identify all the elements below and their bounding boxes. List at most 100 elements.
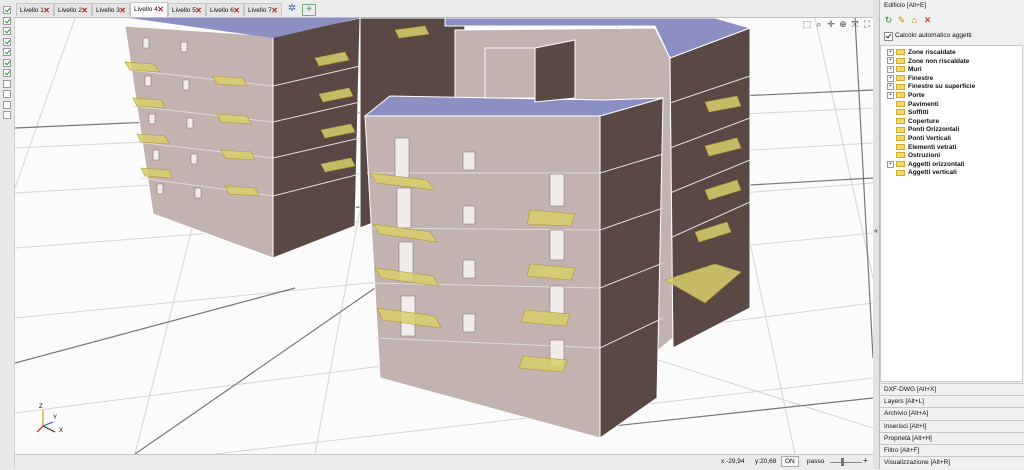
tree-item[interactable]: Aggetti verticali [887, 168, 957, 177]
expand-icon[interactable]: + [887, 160, 894, 168]
folder-icon [896, 49, 905, 56]
close-tab-icon[interactable]: ✕ [157, 6, 164, 14]
x-coordinate: x:-29,94 [721, 458, 745, 465]
level-visibility-checkbox[interactable] [3, 37, 11, 46]
expand-icon[interactable]: + [887, 65, 894, 73]
tree-item-label: Ostruzioni [908, 152, 941, 160]
zoom-icon[interactable]: ⌕ [813, 18, 825, 30]
level-settings-icon[interactable]: ✲ [286, 3, 298, 15]
panel-section-header[interactable]: Proprietà [Alt+H] [880, 431, 1024, 444]
refresh-icon[interactable]: ↻ [883, 15, 894, 26]
building-front[interactable] [363, 39, 664, 439]
level-visibility-checkbox[interactable] [3, 16, 11, 25]
expand-icon[interactable]: + [887, 91, 894, 99]
3d-viewport[interactable]: Z Y X ⬚ ⌕ ✛ ⊕ ⤧ ⛶ [15, 18, 873, 454]
building-model-canvas[interactable]: Z Y X [15, 18, 873, 454]
level-tab[interactable]: Livello 7 ✕ [244, 3, 282, 16]
snap-toggle-button[interactable]: ON [781, 456, 799, 467]
panel-section-header[interactable]: Inserisci [Alt+I] [880, 419, 1024, 432]
level-tab[interactable]: Livello 3 ✕ [92, 3, 130, 16]
folder-icon [896, 109, 905, 116]
tree-item-label: Coperture [908, 117, 940, 125]
tree-item-label: Ponti Verticali [908, 135, 951, 142]
level-tab-label: Livello 1 [20, 7, 44, 14]
edit-icon[interactable]: ✎ [896, 15, 907, 26]
folder-icon [896, 143, 905, 150]
level-visibility-checkbox[interactable] [3, 90, 11, 98]
delete-icon[interactable]: ✕ [922, 15, 933, 26]
panel-section-header[interactable]: Visualizzazione [Alt+R] [880, 456, 1024, 469]
level-visibility-checkbox[interactable] [3, 100, 11, 109]
level-tab-label: Livello 6 [210, 7, 234, 14]
folder-icon [896, 66, 905, 73]
tree-item-label: Zone non riscaldate [908, 57, 970, 65]
expand-icon[interactable]: + [887, 57, 894, 65]
level-tab[interactable]: Livello 6 ✕ [206, 3, 244, 16]
level-tab-label: Livello 5 [172, 7, 196, 14]
add-level-icon[interactable]: + [302, 4, 316, 16]
y-coordinate: y:20,68 [755, 458, 777, 465]
tree-item-label: Aggetti orizzontali [908, 160, 965, 168]
folder-icon [896, 169, 905, 176]
level-visibility-checkbox[interactable] [3, 69, 11, 77]
expand-icon[interactable]: + [887, 48, 894, 56]
home-icon[interactable]: ⌂ [909, 15, 920, 26]
folder-icon [896, 57, 905, 64]
tree-item-label: Porte [908, 92, 925, 99]
folder-icon [896, 152, 905, 159]
folder-icon [896, 135, 905, 142]
folder-icon [896, 126, 905, 133]
close-tab-icon[interactable]: ✕ [195, 7, 202, 15]
expand-icon[interactable]: + [887, 74, 894, 82]
panel-section-header[interactable]: Layers [Alt+L] [880, 395, 1024, 408]
level-tab-label: Livello 4 [134, 6, 158, 13]
tree-item-label: Aggetti verticali [908, 169, 957, 177]
panel-section-header[interactable]: DXF-DWG [Alt+X] [880, 383, 1024, 395]
axis-indicator [36, 410, 56, 433]
close-tab-icon[interactable]: ✕ [271, 7, 278, 15]
level-tab[interactable]: Livello 4 ✕ [130, 2, 168, 17]
folder-icon [896, 92, 905, 99]
fit-view-icon[interactable]: ⛶ [861, 18, 873, 30]
tree-item-label: Finestre [908, 74, 934, 82]
close-tab-icon[interactable]: ✕ [43, 7, 50, 15]
auto-calc-checkbox[interactable] [884, 32, 893, 41]
level-visibility-checkbox[interactable] [3, 111, 11, 119]
zoom-extents-icon[interactable]: ⤧ [849, 18, 861, 30]
step-slider[interactable] [830, 462, 862, 463]
zoom-window-icon[interactable]: ⬚ [801, 18, 813, 30]
level-visibility-checkbox[interactable] [3, 6, 11, 14]
level-tab-label: Livello 3 [96, 7, 120, 14]
tree-item-label: Finestre su superficie [908, 83, 976, 91]
level-visibility-checkbox[interactable] [3, 79, 11, 88]
tree-item-label: Muri [908, 66, 922, 74]
expand-icon[interactable]: + [887, 83, 894, 91]
close-tab-icon[interactable]: ✕ [233, 7, 240, 15]
tree-item-label: Pavimenti [908, 100, 939, 108]
status-bar: x:-29,94 y:20,68 ON passo + [15, 454, 873, 470]
tree-item-label: Elementi vetrati [908, 143, 957, 151]
level-tab[interactable]: Livello 2 ✕ [54, 3, 92, 16]
folder-icon [896, 75, 905, 82]
level-tab[interactable]: Livello 1 ✕ [16, 3, 54, 16]
panel-section-header[interactable]: Filtro [Alt+F] [880, 444, 1024, 456]
close-tab-icon[interactable]: ✕ [119, 7, 126, 15]
element-tree: + Zone riscaldate + Zone non riscaldate + Mur… [880, 45, 1023, 382]
axis-label-z: Z [39, 404, 43, 410]
collapse-panel-icon[interactable]: « [874, 228, 878, 235]
folder-icon [896, 100, 905, 107]
panel-section-header[interactable]: Archivio [Alt+A] [880, 407, 1024, 420]
level-tab[interactable]: Livello 5 ✕ [168, 3, 206, 16]
close-tab-icon[interactable]: ✕ [81, 7, 88, 15]
step-slider-thumb[interactable] [841, 458, 844, 466]
tree-item-label: Soffitti [908, 109, 929, 117]
folder-icon [896, 161, 905, 168]
level-visibility-checkbox[interactable] [3, 27, 11, 35]
axis-label-x: X [59, 428, 63, 434]
level-visibility-checkbox[interactable] [3, 48, 11, 56]
level-visibility-checkbox[interactable] [3, 58, 11, 67]
step-increase-icon[interactable]: + [863, 456, 868, 465]
pan-icon[interactable]: ✛ [825, 18, 837, 30]
orbit-icon[interactable]: ⊕ [837, 18, 849, 30]
tree-item-label: Zone riscaldate [908, 49, 956, 56]
